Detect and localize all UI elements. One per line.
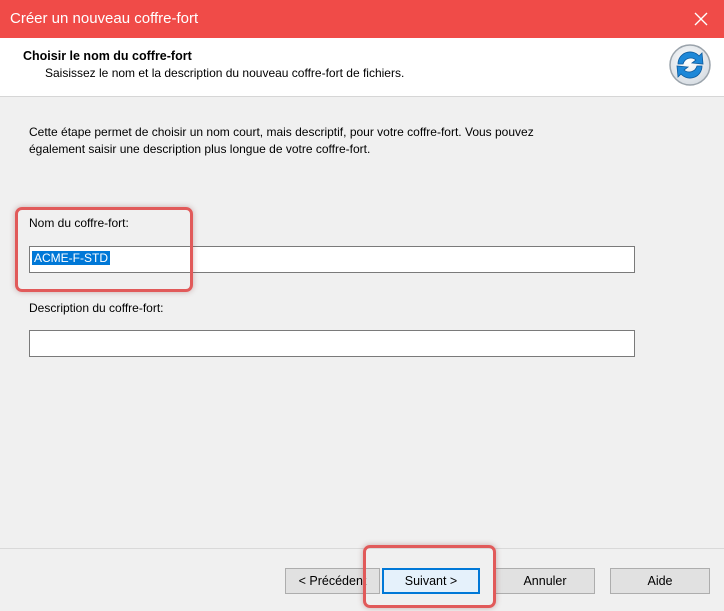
help-button[interactable]: Aide xyxy=(610,568,710,594)
step-title: Choisir le nom du coffre-fort xyxy=(23,49,192,63)
cancel-button[interactable]: Annuler xyxy=(495,568,595,594)
intro-line-1: Cette étape permet de choisir un nom cou… xyxy=(29,125,534,139)
wizard-footer: < Précédent Suivant > Annuler Aide xyxy=(0,548,724,611)
window-title: Créer un nouveau coffre-fort xyxy=(10,10,199,27)
previous-button[interactable]: < Précédent xyxy=(285,568,380,594)
close-button[interactable] xyxy=(678,0,724,38)
vault-name-value: ACME-F-STD xyxy=(32,251,110,265)
step-subtitle: Saisissez le nom et la description du no… xyxy=(45,66,405,80)
title-bar: Créer un nouveau coffre-fort xyxy=(0,0,724,38)
next-button[interactable]: Suivant > xyxy=(382,568,480,594)
wizard-header: Choisir le nom du coffre-fort Saisissez … xyxy=(0,38,724,97)
close-icon xyxy=(694,12,708,26)
vault-name-label: Nom du coffre-fort: xyxy=(29,216,129,230)
intro-text: Cette étape permet de choisir un nom cou… xyxy=(29,124,629,158)
vault-description-label: Description du coffre-fort: xyxy=(29,301,164,315)
refresh-arrows-icon xyxy=(669,44,711,86)
wizard-body: Cette étape permet de choisir un nom cou… xyxy=(0,98,724,548)
vault-description-input[interactable] xyxy=(29,330,635,357)
intro-line-2: également saisir une description plus lo… xyxy=(29,142,371,156)
vault-name-input[interactable]: ACME-F-STD xyxy=(29,246,635,273)
